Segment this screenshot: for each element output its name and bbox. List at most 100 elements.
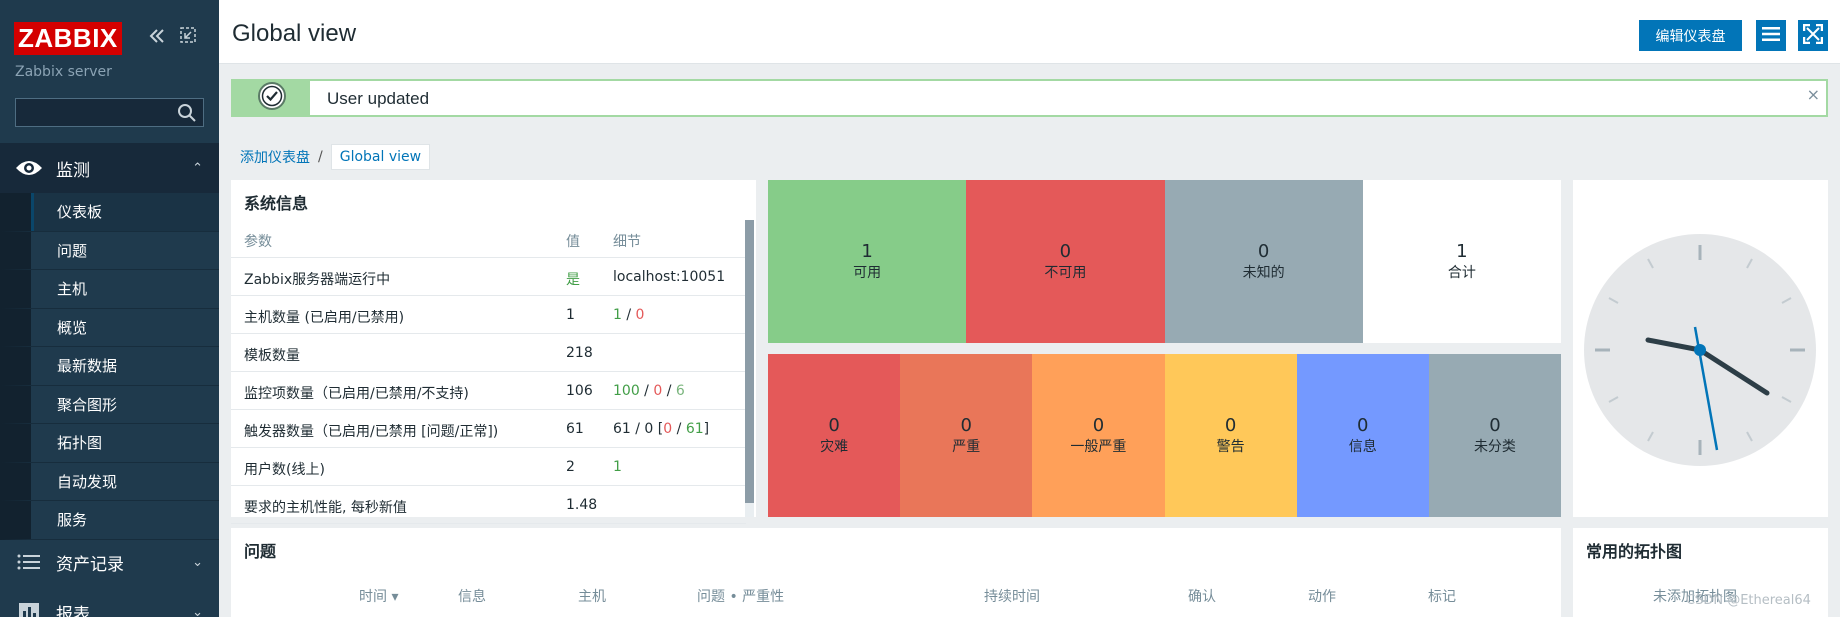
severity-label: 未分类	[1473, 439, 1516, 455]
widget-title: 问题	[244, 542, 277, 561]
details-cell: localhost:10051	[613, 269, 726, 285]
value-cell: 2	[566, 459, 575, 475]
breadcrumb: 添加仪表盘 / Global view	[240, 144, 431, 170]
fullscreen-icon	[1802, 23, 1824, 47]
nav-section-inventory[interactable]: 资产记录 ⌄	[0, 537, 219, 587]
column-header-time[interactable]: 时间 ▾	[359, 586, 398, 606]
nav-section-reports[interactable]: 报表 ⌄	[0, 587, 219, 617]
sidebar-item-label: 服务	[57, 511, 88, 530]
severity-count: 0	[828, 415, 840, 436]
message-text: User updated	[327, 89, 430, 108]
widget-title: 常用的拓扑图	[1586, 542, 1683, 561]
severity-high[interactable]: 0 严重	[900, 354, 1033, 517]
zabbix-logo[interactable]: ZABBIX	[14, 22, 122, 55]
sidebar-item-dashboard[interactable]: 仪表板	[0, 193, 219, 232]
problem-count: 0	[663, 421, 673, 437]
nav-section-monitoring[interactable]: 监测 ⌃	[0, 143, 219, 193]
monitoring-submenu: 仪表板 问题 主机 概览 最新数据 聚合图形 拓扑图 自动发现 服务	[0, 193, 219, 540]
menu-icon	[1762, 26, 1780, 45]
availability-unavailable[interactable]: 0 不可用	[966, 180, 1165, 343]
value-cell: 1.48	[566, 497, 598, 513]
column-header: 细节	[613, 234, 641, 250]
sidebar-item-label: 主机	[57, 280, 88, 299]
sidebar-item-services[interactable]: 服务	[0, 501, 219, 540]
table-row: 要求的主机性能, 每秒新值 1.48	[231, 486, 746, 524]
param-cell: 触发器数量（已启用/已禁用 [问题/正常])	[244, 424, 499, 440]
clock-face	[1584, 234, 1816, 466]
param-cell: 要求的主机性能, 每秒新值	[244, 500, 407, 516]
sidebar-item-overview[interactable]: 概览	[0, 308, 219, 347]
nav-section-label: 资产记录	[56, 554, 124, 575]
sidebar-item-label: 仪表板	[57, 203, 103, 222]
collapse-sidebar-icon[interactable]	[147, 26, 167, 46]
sidebar-item-label: 自动发现	[57, 472, 118, 491]
dashboard-menu-button[interactable]	[1756, 20, 1786, 51]
param-cell: Zabbix服务器端运行中	[244, 272, 391, 288]
fullscreen-button[interactable]	[1798, 20, 1828, 51]
availability-available[interactable]: 1 可用	[768, 180, 967, 343]
severity-average[interactable]: 0 一般严重	[1032, 354, 1165, 517]
column-header-tags: 标记	[1428, 589, 1456, 605]
sidebar-item-discovery[interactable]: 自动发现	[0, 462, 219, 501]
param-cell: 监控项数量（已启用/已禁用/不支持)	[244, 386, 469, 402]
table-header: 参数 值 细节	[231, 220, 746, 258]
problems-by-severity-widget: 0 灾难 0 严重 0 一般严重 0 警告 0 信息 0 未分类	[768, 354, 1562, 517]
search-input[interactable]	[16, 99, 171, 126]
sidebar-item-screens[interactable]: 聚合图形	[0, 385, 219, 424]
breadcrumb-current[interactable]: Global view	[330, 144, 431, 170]
details-suffix: ]	[703, 421, 710, 437]
page-title: Global view	[232, 20, 357, 47]
severity-not-classified[interactable]: 0 未分类	[1428, 354, 1562, 517]
severity-label: 警告	[1216, 439, 1245, 455]
system-info-widget: 系统信息 参数 值 细节 Zabbix服务器端运行中 是 localhost:1…	[231, 180, 756, 524]
severity-warning[interactable]: 0 警告	[1164, 354, 1297, 517]
table-row: 触发器数量（已启用/已禁用 [问题/正常]) 61 61 / 0 [0 / 61…	[231, 410, 746, 448]
list-icon	[14, 551, 44, 573]
breadcrumb-parent-link[interactable]: 添加仪表盘	[240, 147, 310, 167]
enabled-count: 100	[613, 383, 640, 399]
severity-label: 灾难	[820, 439, 849, 455]
param-cell: 模板数量	[244, 348, 300, 364]
severity-disaster[interactable]: 0 灾难	[768, 354, 901, 517]
availability-count: 1	[1456, 241, 1468, 262]
availability-count: 0	[1257, 241, 1270, 262]
page-header: Global view 编辑仪表盘	[219, 0, 1840, 64]
problems-widget: 问题 时间 ▾ 信息 主机 问题 • 严重性 持续时间 确认 动作 标记	[231, 528, 1561, 617]
severity-label: 严重	[952, 439, 981, 455]
enabled-count: 1	[613, 307, 622, 323]
severity-count: 0	[1092, 415, 1105, 436]
availability-total[interactable]: 1 合计	[1362, 180, 1561, 343]
sidebar-item-maps[interactable]: 拓扑图	[0, 424, 219, 463]
column-header-info: 信息	[458, 589, 486, 605]
scrollbar-thumb[interactable]	[745, 220, 754, 503]
search-field[interactable]	[15, 98, 204, 127]
nav-section-label: 监测	[56, 160, 90, 181]
sidebar-item-problems[interactable]: 问题	[0, 231, 219, 270]
sidebar-item-latest-data[interactable]: 最新数据	[0, 347, 219, 386]
clock-widget	[1573, 180, 1828, 517]
search-icon[interactable]	[177, 103, 197, 123]
severity-label: 信息	[1348, 439, 1377, 455]
sidebar-item-label: 拓扑图	[57, 434, 103, 453]
scrollbar[interactable]	[745, 220, 754, 517]
severity-label: 一般严重	[1070, 439, 1127, 455]
sidebar-item-hosts[interactable]: 主机	[0, 270, 219, 309]
watermark: CSDN @Ethereal64	[1686, 593, 1811, 608]
breadcrumb-separator: /	[318, 149, 323, 165]
severity-information[interactable]: 0 信息	[1296, 354, 1429, 517]
param-cell: 主机数量 (已启用/已禁用)	[244, 310, 405, 326]
column-header-ack: 确认	[1188, 589, 1216, 605]
details-cell: 1 / 0	[613, 307, 645, 323]
severity-count: 0	[1357, 415, 1369, 436]
value-cell: 106	[566, 383, 593, 399]
column-header: 参数	[244, 234, 272, 250]
autohide-sidebar-icon[interactable]	[178, 26, 198, 46]
close-icon[interactable]: ×	[1807, 85, 1820, 104]
message-icon-box	[233, 81, 310, 115]
column-header-actions: 动作	[1308, 589, 1336, 605]
availability-unknown[interactable]: 0 未知的	[1164, 180, 1363, 343]
column-header-problem-severity: 问题 • 严重性	[697, 589, 785, 605]
edit-dashboard-button[interactable]: 编辑仪表盘	[1639, 20, 1742, 51]
severity-count: 0	[1489, 415, 1501, 436]
details-cell: 1	[613, 459, 622, 475]
